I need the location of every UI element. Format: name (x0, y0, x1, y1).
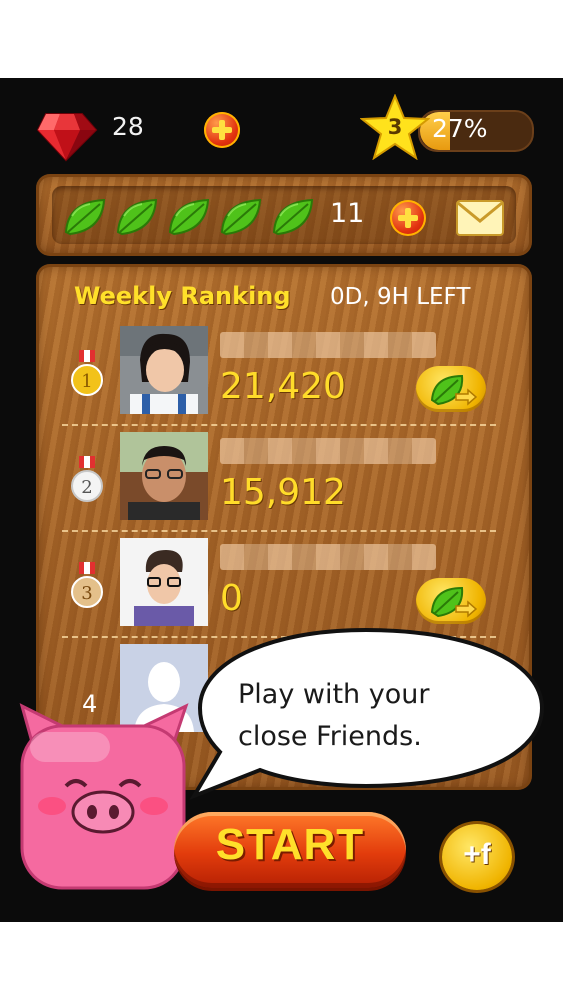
invite-button-label: +f (463, 838, 491, 871)
pig-mascot (19, 703, 189, 890)
row-divider (62, 530, 496, 532)
xp-percent: 27% (432, 114, 488, 143)
player-name-blurred (220, 544, 436, 570)
avatar (120, 326, 208, 414)
start-button-label: START (215, 820, 365, 869)
buy-lives-button[interactable] (390, 200, 426, 236)
game-screen: 28 27% 3 11 Weekly Ranking 0D, 9H LEFT 1 (0, 78, 563, 922)
leaf-send-icon (430, 374, 478, 406)
ruby-gem-icon (36, 113, 98, 162)
ranking-time-left: 0D, 9H LEFT (330, 284, 471, 310)
svg-text:1: 1 (81, 371, 92, 392)
mail-icon[interactable] (456, 200, 504, 236)
lives-count: 11 (330, 198, 365, 229)
send-life-button[interactable] (416, 578, 486, 624)
silver-medal-icon: 2 (71, 456, 103, 502)
send-life-button[interactable] (416, 366, 486, 412)
ranking-title: Weekly Ranking (74, 282, 291, 310)
row-divider (62, 424, 496, 426)
player-score: 21,420 (220, 366, 346, 407)
ranking-row: 2 15,912 (64, 432, 496, 534)
player-level: 3 (387, 115, 403, 139)
start-button[interactable]: START (174, 812, 406, 888)
bubble-text-line: close Friends. (238, 721, 422, 752)
leaf-life-icon (220, 198, 262, 236)
invite-facebook-friends-button[interactable]: +f (442, 824, 512, 890)
leaf-life-icon (168, 198, 210, 236)
gold-medal-icon: 1 (71, 350, 103, 396)
ranking-row: 1 21,420 (64, 326, 496, 428)
leaf-life-icon (272, 198, 314, 236)
player-score: 15,912 (220, 472, 346, 513)
buy-gems-button[interactable] (204, 112, 240, 148)
svg-text:2: 2 (81, 477, 92, 498)
player-name-blurred (220, 332, 436, 358)
gem-count: 28 (112, 112, 144, 141)
svg-text:3: 3 (81, 583, 92, 604)
leaf-send-icon (430, 586, 478, 618)
player-score: 0 (220, 578, 243, 619)
leaf-life-icon (64, 198, 106, 236)
bronze-medal-icon: 3 (71, 562, 103, 608)
avatar (120, 432, 208, 520)
bubble-text-line: Play with your (238, 679, 430, 710)
player-name-blurred (220, 438, 436, 464)
leaf-life-icon (116, 198, 158, 236)
bubble-text: Play with your close Friends. (238, 674, 538, 758)
avatar (120, 538, 208, 626)
